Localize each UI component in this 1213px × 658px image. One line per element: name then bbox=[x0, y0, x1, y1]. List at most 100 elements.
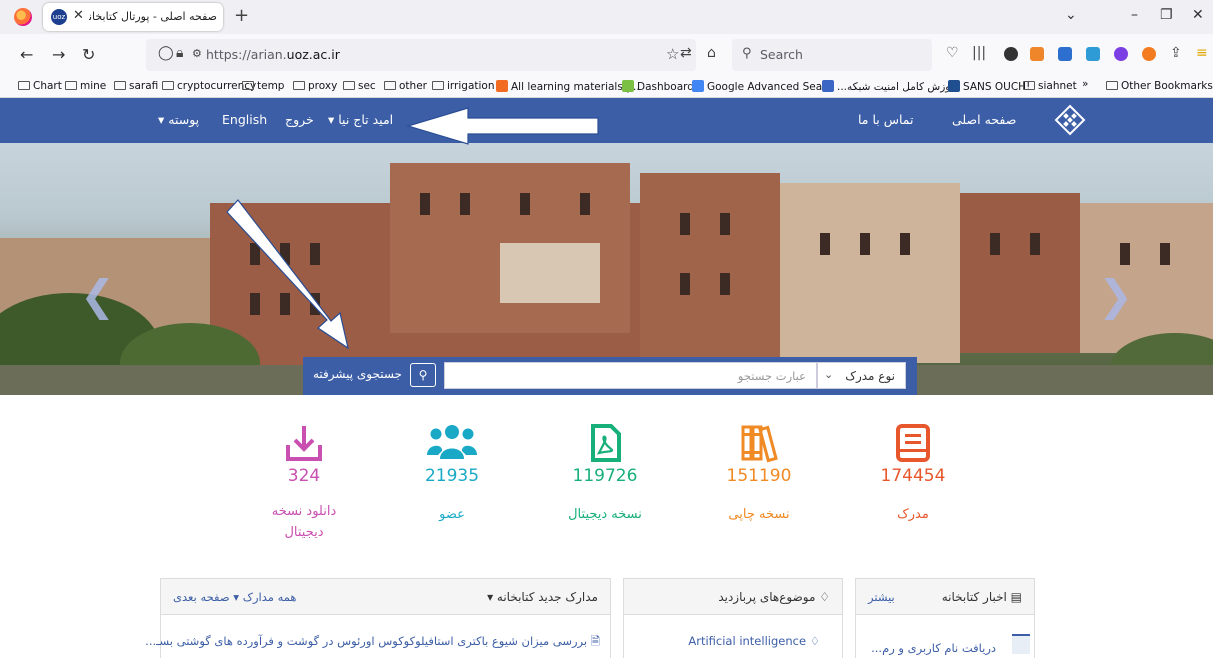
minimize-icon[interactable]: – bbox=[1131, 7, 1138, 23]
stat-downloads[interactable]: 324 دانلود نسخه دیجیتال bbox=[239, 423, 369, 543]
menu-icon[interactable]: ≡ bbox=[1196, 45, 1208, 61]
lock-icon[interactable]: 🔒︎ bbox=[176, 45, 183, 61]
site-logo-icon[interactable] bbox=[1054, 104, 1086, 136]
document-item[interactable]: 🗎︎ بررسی میزان شیوع باکتری استافیلوکوکوس… bbox=[145, 634, 600, 653]
topic-item-link[interactable]: Artificial intelligence ♢ bbox=[688, 634, 820, 648]
bookmarks-bar: Other Bookmarks » Chart mine sarafi cryptoc… bbox=[0, 76, 1213, 98]
nav-skin-menu[interactable]: پوسته ▾ bbox=[158, 112, 199, 127]
nav-contact-link[interactable]: تماس با ما bbox=[858, 112, 914, 127]
bookmark-label: SANS OUCH! bbox=[963, 81, 1031, 93]
folder-icon bbox=[114, 81, 126, 90]
list-tabs-icon[interactable]: ⌄ bbox=[1065, 7, 1077, 23]
folder-icon bbox=[162, 81, 174, 90]
bookmark-item[interactable]: Chart bbox=[18, 80, 62, 92]
news-item-link[interactable]: دریافت نام کاربری و رم... bbox=[871, 641, 996, 655]
bookmark-label: All learning materials |... bbox=[511, 81, 640, 93]
document-item-title: بررسی میزان شیوع باکتری استافیلوکوکوس او… bbox=[145, 634, 588, 648]
bookmark-item[interactable]: ...وزش کامل امنیت شبکه bbox=[822, 80, 950, 93]
search-input[interactable]: عبارت جستجو bbox=[444, 362, 817, 389]
bookmark-item[interactable]: irrigation bbox=[432, 80, 495, 92]
documents-nav-links[interactable]: همه مدارک ▾ صفحه بعدی bbox=[173, 590, 296, 604]
advanced-search-link[interactable]: جستجوی پیشرفته bbox=[313, 367, 402, 381]
reload-icon[interactable]: ↻ bbox=[82, 45, 95, 64]
folder-icon bbox=[65, 81, 77, 90]
bookmark-label: Chart bbox=[33, 80, 62, 92]
translate-icon[interactable]: ⇄ bbox=[680, 45, 692, 61]
bookmark-other-bookmarks[interactable]: Other Bookmarks bbox=[1106, 80, 1213, 92]
search-input-placeholder: عبارت جستجو bbox=[737, 369, 806, 383]
bookmark-item[interactable]: other bbox=[384, 80, 427, 92]
browser-tab[interactable]: uoz ✕ صفحه اصلی - پورتال کتابخانه دا bbox=[43, 3, 223, 31]
documents-title[interactable]: مدارک جدید کتابخانه ▾ bbox=[487, 590, 598, 604]
back-icon[interactable]: ← bbox=[20, 45, 33, 64]
nav-english-link[interactable]: English bbox=[222, 112, 267, 127]
topics-panel: ♢ موضوع‌های پربازدید Artificial intellig… bbox=[623, 578, 843, 658]
nav-logout-link[interactable]: خروج bbox=[285, 112, 314, 127]
news-more-link[interactable]: بیشتر bbox=[868, 590, 895, 604]
bookmark-item[interactable]: sarafi bbox=[114, 80, 158, 92]
bookmark-item[interactable]: SANS OUCH! bbox=[948, 80, 1030, 93]
save-icon[interactable] bbox=[1058, 47, 1072, 61]
browser-tab-bar: uoz ✕ صفحه اصلی - پورتال کتابخانه دا + ⌄… bbox=[0, 0, 1213, 34]
extension-icon[interactable] bbox=[1004, 47, 1018, 61]
bookmark-label: sec bbox=[358, 80, 376, 92]
vpn-icon[interactable] bbox=[1114, 47, 1128, 61]
maximize-icon[interactable]: ❐ bbox=[1160, 7, 1173, 23]
shield-extension-icon[interactable] bbox=[1086, 47, 1100, 61]
pocket-icon[interactable]: ♡ bbox=[946, 45, 959, 61]
doc-type-label: نوع مدرک bbox=[845, 369, 895, 383]
metamask-icon[interactable] bbox=[1030, 47, 1044, 61]
stat-printed[interactable]: 151190 نسخه چاپی bbox=[694, 423, 824, 525]
shield-icon[interactable]: ◯ bbox=[158, 45, 174, 61]
site-favicon-icon bbox=[948, 80, 960, 92]
bookmark-item[interactable]: Dashboard bbox=[622, 80, 694, 93]
bookmark-label: temp bbox=[257, 80, 285, 92]
bookmark-item[interactable]: sec bbox=[343, 80, 376, 92]
users-icon bbox=[427, 425, 477, 459]
bookmark-item[interactable]: siahnet bbox=[1023, 80, 1077, 92]
bookmark-item[interactable]: All learning materials |... bbox=[496, 80, 640, 93]
bookmark-item[interactable]: proxy bbox=[293, 80, 337, 92]
close-tab-icon[interactable]: ✕ bbox=[73, 8, 84, 23]
forward-icon[interactable]: → bbox=[52, 45, 65, 64]
stat-members[interactable]: 21935 عضو bbox=[387, 423, 517, 525]
url-bar[interactable]: ◯ 🔒︎ ⚙ https://arian.uoz.ac.ir ☆ bbox=[146, 39, 696, 71]
bookmark-item[interactable]: Google Advanced Sea... bbox=[692, 80, 832, 93]
stat-value: 21935 bbox=[424, 466, 480, 486]
permissions-icon[interactable]: ⚙ bbox=[192, 47, 202, 60]
browser-nav-bar: ← → ↻ ◯ 🔒︎ ⚙ https://arian.uoz.ac.ir ☆ ⇄… bbox=[0, 34, 1213, 76]
search-button[interactable]: ⚲ bbox=[410, 363, 436, 387]
new-tab-icon[interactable]: + bbox=[234, 5, 249, 26]
doc-type-select[interactable]: ⌄ نوع مدرک bbox=[817, 362, 906, 389]
site-favicon-icon bbox=[496, 80, 508, 92]
news-thumbnail bbox=[1012, 634, 1030, 654]
folder-icon bbox=[1023, 81, 1035, 90]
url-text[interactable]: https://arian.uoz.ac.ir bbox=[206, 47, 340, 62]
bookmark-star-icon[interactable]: ☆ bbox=[666, 45, 679, 63]
share-icon[interactable]: ⇪ bbox=[1170, 45, 1182, 61]
library-icon[interactable]: ||| bbox=[972, 45, 986, 61]
stat-label: مدرک bbox=[897, 507, 929, 522]
home-icon[interactable]: ⌂ bbox=[707, 45, 716, 61]
nav-user-menu[interactable]: امید تاج نیا ▾ bbox=[328, 112, 393, 127]
search-placeholder: Search bbox=[760, 47, 803, 62]
news-title: ▤ اخبار کتابخانه bbox=[941, 590, 1022, 604]
carousel-next-icon[interactable]: ❯ bbox=[1098, 271, 1133, 320]
carousel-prev-icon[interactable]: ❮ bbox=[80, 271, 115, 320]
chevron-down-icon: ⌄ bbox=[824, 368, 834, 381]
stat-digital[interactable]: 119726 نسخه دیجیتال bbox=[540, 423, 670, 525]
bookmark-item[interactable]: mine bbox=[65, 80, 106, 92]
nav-home-link[interactable]: صفحه اصلی bbox=[952, 112, 1016, 127]
stat-value: 151190 bbox=[726, 466, 792, 486]
window-close-icon[interactable]: ✕ bbox=[1192, 7, 1204, 23]
site-favicon-icon bbox=[822, 80, 834, 92]
firefox-menu-icon[interactable] bbox=[14, 8, 32, 26]
bookmark-item[interactable]: temp bbox=[242, 80, 284, 92]
search-bar[interactable]: ⚲ Search bbox=[732, 39, 932, 71]
stat-label: نسخه چاپی bbox=[728, 507, 790, 522]
bookmarks-overflow-icon[interactable]: » bbox=[1082, 78, 1088, 90]
bookmark-label: Google Advanced Sea... bbox=[707, 81, 833, 93]
site-favicon-icon: uoz bbox=[51, 9, 67, 25]
stat-documents[interactable]: 174454 مدرک bbox=[848, 423, 978, 525]
blocker-icon[interactable] bbox=[1142, 47, 1156, 61]
